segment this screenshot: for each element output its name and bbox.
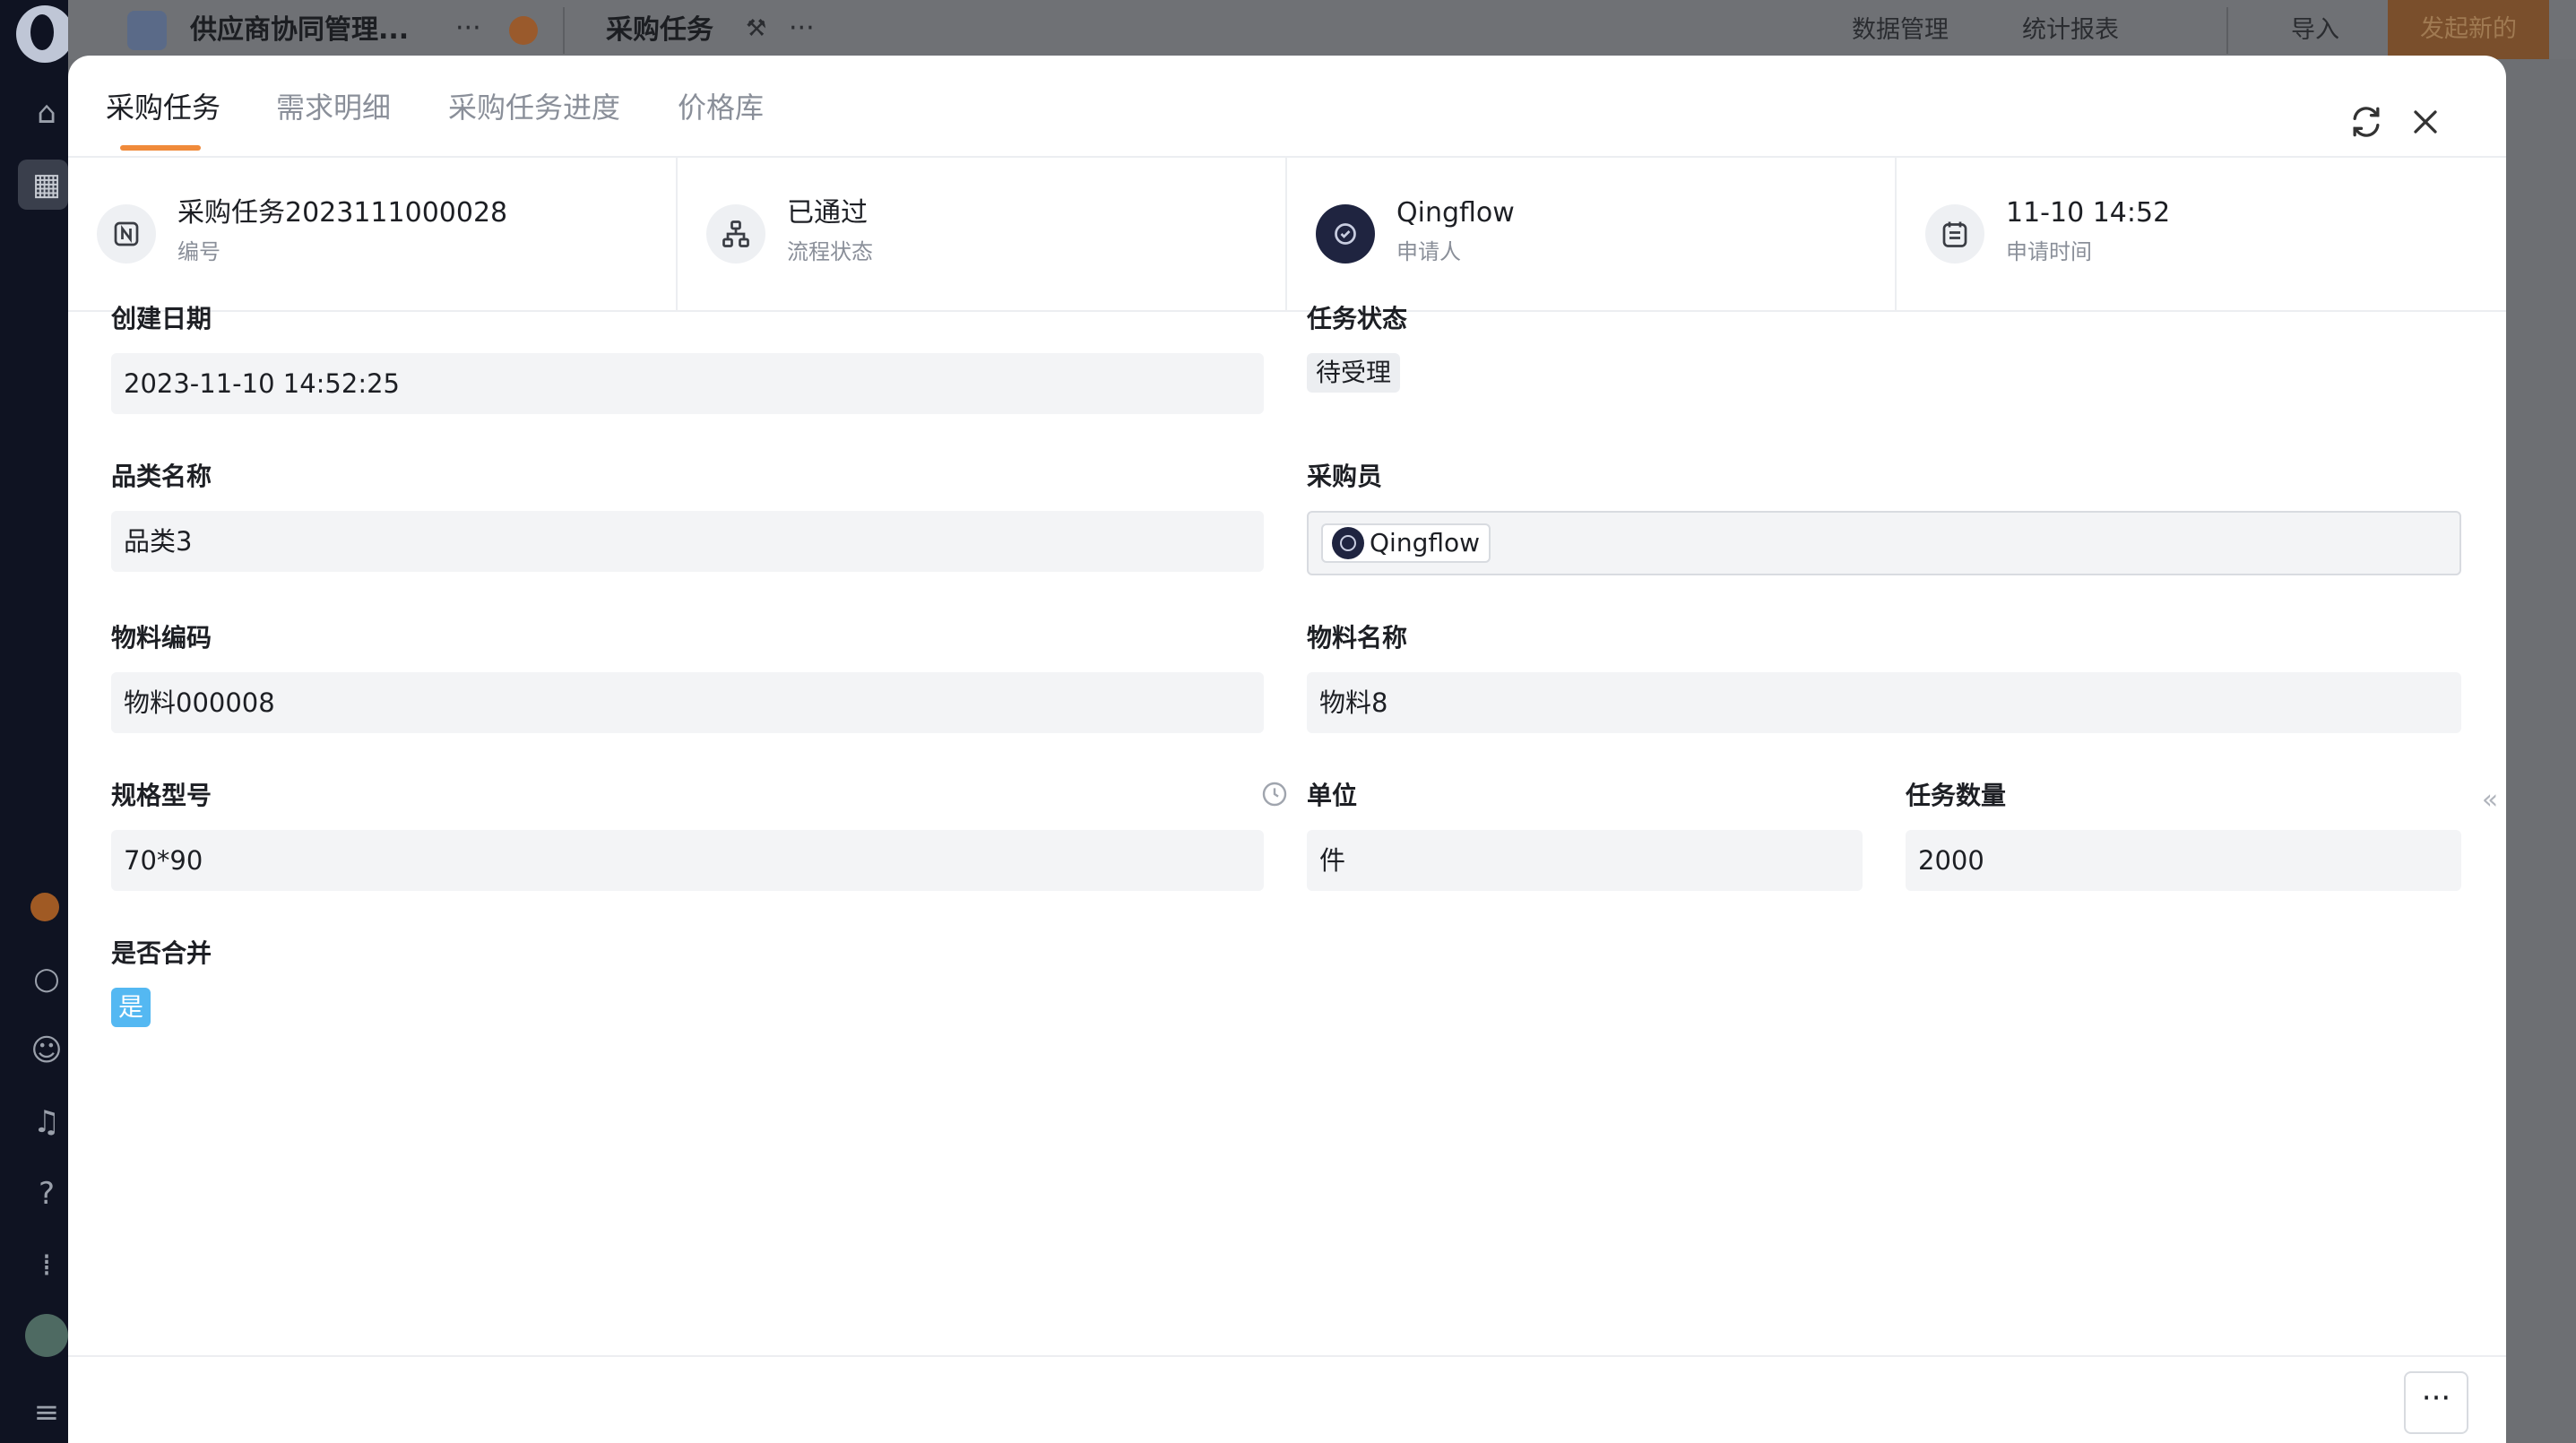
- task-status-tag: 待受理: [1307, 353, 1401, 393]
- applicant-value: Qingflow: [1396, 197, 1515, 229]
- active-tab-indicator: [120, 145, 201, 151]
- material-name-field[interactable]: 物料8: [1307, 672, 2461, 733]
- help-icon[interactable]: ?: [27, 1174, 66, 1214]
- record-meta-bar: 采购任务2023111000028 编号 已通过 流程状态 Qingflow 申…: [68, 156, 2506, 312]
- create-date-label: 创建日期: [111, 304, 212, 333]
- tab-price-library[interactable]: 价格库: [678, 82, 764, 133]
- buyer-label: 采购员: [1307, 462, 1383, 491]
- more-actions-button[interactable]: ···: [2404, 1371, 2468, 1434]
- number-icon: [97, 204, 156, 264]
- start-new-button[interactable]: 发起新的: [2388, 0, 2549, 59]
- applicant-avatar: [1316, 204, 1375, 264]
- category-name-label: 品类名称: [111, 462, 212, 491]
- add-icon[interactable]: [509, 16, 538, 45]
- is-merged-label: 是否合并: [111, 938, 212, 968]
- calendar-icon: [1925, 204, 1984, 264]
- meta-workflow-status: 已通过 流程状态: [678, 158, 1287, 312]
- modal-footer: ···: [68, 1355, 2506, 1443]
- task-quantity-field[interactable]: 2000: [1906, 830, 2461, 891]
- unit-label: 单位: [1307, 781, 1358, 810]
- workflow-status-value: 已通过: [787, 197, 868, 229]
- qingflow-logo[interactable]: [16, 5, 73, 63]
- search-icon[interactable]: ○: [27, 959, 66, 998]
- modal-tabs: 采购任务 需求明细 采购任务进度 价格库: [68, 56, 2506, 156]
- app-name[interactable]: 供应商协同管理...: [190, 13, 409, 48]
- meta-applicant: Qingflow 申请人: [1287, 158, 1897, 312]
- task-status-label: 任务状态: [1307, 304, 1408, 333]
- plus-badge-icon[interactable]: [30, 893, 59, 921]
- app-sidebar: ⌂ ▦ ○ ☺ ♫ ? ⁞ ≡: [0, 0, 73, 1443]
- collapse-panel-icon[interactable]: «: [2474, 758, 2506, 842]
- tab-demand-details[interactable]: 需求明细: [276, 82, 391, 133]
- bell-icon[interactable]: ♫: [27, 1102, 66, 1142]
- history-icon[interactable]: [1260, 780, 1289, 808]
- spec-model-field[interactable]: 70*90: [111, 830, 1264, 891]
- material-code-field[interactable]: 物料000008: [111, 672, 1264, 733]
- apps-grid-icon[interactable]: ▦: [27, 165, 66, 204]
- buyer-avatar: [1332, 527, 1364, 559]
- apply-time-label: 申请时间: [2006, 239, 2092, 264]
- tab-purchase-task[interactable]: 采购任务: [106, 82, 220, 133]
- workflow-icon: [706, 204, 765, 264]
- app-launcher-icon[interactable]: ⁞: [27, 1246, 66, 1285]
- buyer-member-chip[interactable]: Qingflow: [1321, 523, 1491, 563]
- divider: [563, 7, 565, 54]
- buyer-field[interactable]: Qingflow: [1307, 511, 2461, 575]
- meta-record-number: 采购任务2023111000028 编号: [68, 158, 678, 312]
- app-more-icon[interactable]: ···: [455, 11, 481, 47]
- record-number-label: 编号: [177, 239, 220, 264]
- is-merged-tag: 是: [111, 988, 151, 1027]
- record-detail-modal: 采购任务 需求明细 采购任务进度 价格库 采购任务2023111000028 编…: [68, 56, 2506, 1443]
- apply-time-value: 11-10 14:52: [2006, 197, 2171, 229]
- app-icon: [127, 11, 167, 50]
- app-topbar: 供应商协同管理... ··· 采购任务 ⚒ ··· 数据管理 统计报表 导入 发…: [68, 0, 2576, 59]
- form-name[interactable]: 采购任务: [606, 13, 713, 48]
- workflow-status-label: 流程状态: [787, 239, 873, 264]
- divider: [2226, 7, 2228, 54]
- tab-task-progress[interactable]: 采购任务进度: [448, 82, 620, 133]
- material-name-label: 物料名称: [1307, 623, 1408, 652]
- statistics-link[interactable]: 统计报表: [2022, 14, 2119, 47]
- record-number-value: 采购任务2023111000028: [177, 197, 508, 229]
- user-avatar[interactable]: [25, 1314, 68, 1357]
- data-management-link[interactable]: 数据管理: [1852, 14, 1949, 47]
- close-icon[interactable]: [2406, 102, 2445, 142]
- category-name-field[interactable]: 品类3: [111, 511, 1264, 572]
- material-code-label: 物料编码: [111, 623, 212, 652]
- home-icon[interactable]: ⌂: [27, 93, 66, 133]
- expand-sidebar-icon[interactable]: ≡: [27, 1393, 66, 1432]
- task-quantity-label: 任务数量: [1906, 781, 2007, 810]
- import-button[interactable]: 导入: [2291, 14, 2339, 47]
- contacts-icon[interactable]: ☺: [27, 1031, 66, 1070]
- buyer-name: Qingflow: [1370, 528, 1481, 557]
- meta-apply-time: 11-10 14:52 申请时间: [1897, 158, 2506, 312]
- form-more-icon[interactable]: ···: [789, 11, 815, 47]
- unit-field[interactable]: 件: [1307, 830, 1863, 891]
- create-date-field[interactable]: 2023-11-10 14:52:25: [111, 353, 1264, 414]
- spec-model-label: 规格型号: [111, 781, 212, 810]
- wrench-icon[interactable]: ⚒: [746, 11, 766, 47]
- applicant-label: 申请人: [1396, 239, 1461, 264]
- refresh-icon[interactable]: [2347, 102, 2386, 142]
